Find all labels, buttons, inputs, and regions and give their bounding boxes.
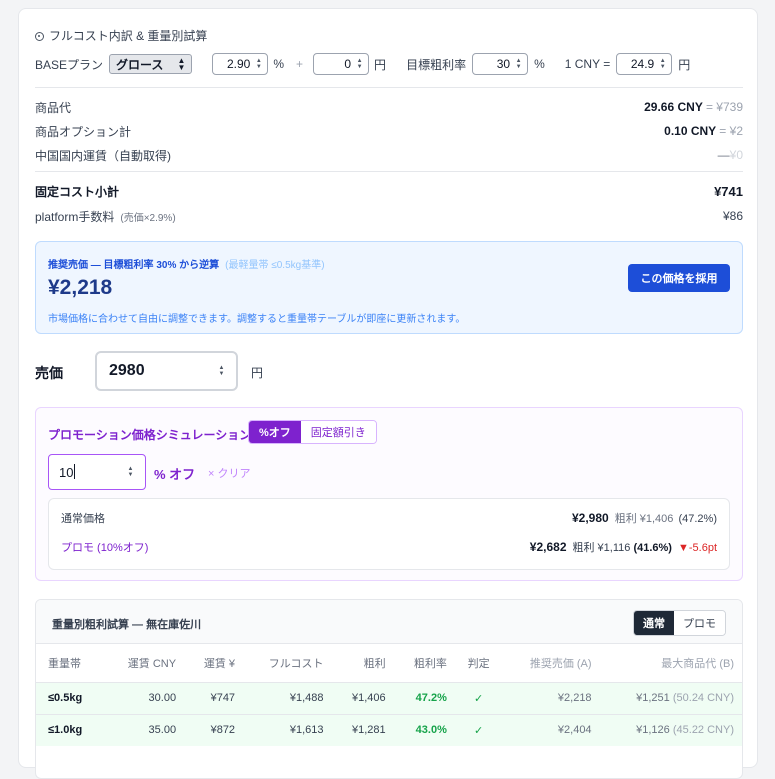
sale-price-input[interactable]: 2980 ▲ ▼: [95, 351, 238, 391]
table-title: 重量別粗利試算 — 無在庫佐川: [52, 619, 202, 631]
weight-margin-table-panel: 重量別粗利試算 — 無在庫佐川 通常 プロモ 重量帯 運賃 CNY 運賃 ¥ フ…: [35, 599, 743, 779]
cny-rate-input[interactable]: 24.9 ▲ ▼: [616, 53, 673, 75]
stepper-icon[interactable]: ▲ ▼: [217, 364, 226, 378]
stepper-icon[interactable]: ▲ ▼: [658, 57, 667, 71]
stepper-icon[interactable]: ▲ ▼: [254, 57, 263, 71]
mode-percent-off-button[interactable]: %オフ: [249, 421, 301, 443]
fee-fixed-input[interactable]: 0 ▲ ▼: [313, 53, 370, 75]
toggle-promo-button[interactable]: プロモ: [674, 611, 725, 635]
option-cost-row: 商品オプション計 0.10 CNY = ¥2: [35, 124, 743, 139]
toggle-normal-button[interactable]: 通常: [634, 611, 674, 635]
cny-rate-label: 1 CNY =: [564, 57, 611, 71]
plus-sign: +: [296, 57, 304, 71]
divider: [35, 171, 743, 172]
clear-discount-button[interactable]: × クリア: [208, 465, 250, 481]
col-margin-rate: 粗利率: [413, 657, 447, 670]
sale-price-label: 売価: [35, 365, 63, 381]
fixed-cost-row: 固定コスト小計 ¥741: [35, 183, 743, 199]
discount-unit: % オフ: [154, 467, 196, 482]
table-mode-toggle: 通常 プロモ: [633, 610, 726, 636]
recommended-title: 推奨売価 — 目標粗利率 30% から逆算 (最軽量帯 ≤0.5kg基準): [48, 260, 325, 271]
col-margin: 粗利: [363, 657, 386, 670]
product-cost-row: 商品代 29.66 CNY = ¥739: [35, 100, 743, 115]
cost-card: フルコスト内訳 & 重量別試算 BASEプラン グロース ▲ ▼ 2.90 ▲ ▼ …: [18, 8, 758, 779]
price-comparison-box: 通常価格 ¥2,980 粗利 ¥1,406 (47.2%) プロモ (10%オフ)…: [48, 498, 730, 570]
check-icon: ✓: [454, 681, 503, 714]
base-plan-label: BASEプラン: [35, 57, 104, 72]
yen-unit: 円: [374, 57, 387, 72]
col-shipping-cny: 運賃 CNY: [127, 657, 177, 670]
col-shipping-jpy: 運賃 ¥: [203, 657, 236, 670]
mode-fixed-discount-button[interactable]: 固定額引き: [300, 421, 376, 443]
target-margin-input[interactable]: 30 ▲ ▼: [472, 53, 529, 75]
percent-unit: %: [273, 57, 285, 71]
section-title: フルコスト内訳 & 重量別試算: [35, 27, 207, 44]
stepper-icon[interactable]: ▲ ▼: [355, 57, 364, 71]
divider: [35, 87, 743, 88]
col-recommended-price: 推奨売価 (A): [529, 657, 592, 670]
check-icon: ✓: [454, 713, 503, 746]
margin-percent-unit: %: [534, 57, 545, 71]
rate-yen-unit: 円: [678, 57, 691, 72]
table-header-row: 重量帯 運賃 CNY 運賃 ¥ フルコスト 粗利 粗利率 判定 推奨売価 (A)…: [36, 644, 742, 682]
table-row: ≤1.0kg 35.00 ¥872 ¥1,613 ¥1,281 43.0% ✓ …: [36, 713, 742, 746]
platform-fee-row: platform手数料 (売価×2.9%) ¥86: [35, 209, 743, 224]
weight-table: 重量帯 運賃 CNY 運賃 ¥ フルコスト 粗利 粗利率 判定 推奨売価 (A)…: [36, 644, 742, 746]
target-icon: [35, 32, 44, 41]
normal-price-row: 通常価格 ¥2,980 粗利 ¥1,406 (47.2%): [61, 511, 717, 525]
promotion-panel: プロモーション価格シミュレーション %オフ 固定額引き 10 ▲ ▼ % オフ ×…: [35, 407, 743, 581]
discount-input[interactable]: 10 ▲ ▼: [48, 454, 146, 490]
adopt-price-button[interactable]: この価格を採用: [628, 264, 730, 292]
base-plan-select[interactable]: グロース ▲ ▼: [109, 54, 193, 74]
col-weight-band: 重量帯: [48, 657, 81, 670]
col-full-cost: フルコスト: [268, 657, 324, 670]
recommended-price-panel: 推奨売価 — 目標粗利率 30% から逆算 (最軽量帯 ≤0.5kg基準) ¥2,…: [35, 241, 743, 334]
promo-price-row: プロモ (10%オフ) ¥2,682 粗利 ¥1,116 (41.6%) ▼-5.6…: [61, 540, 717, 554]
settings-row: BASEプラン グロース ▲ ▼ 2.90 ▲ ▼ % + 0 ▲ ▼ 円 目標粗利率…: [35, 53, 690, 75]
sale-price-unit: 円: [251, 366, 264, 380]
recommended-price: ¥2,218: [48, 276, 113, 299]
stepper-icon[interactable]: ▲ ▼: [514, 57, 523, 71]
recommended-note: 市場価格に合わせて自由に調整できます。調整すると重量帯テーブルが即座に更新されま…: [48, 314, 466, 325]
promotion-mode-toggle: %オフ 固定額引き: [248, 420, 377, 444]
stepper-icon[interactable]: ▲ ▼: [126, 465, 135, 479]
select-arrows-icon: ▲ ▼: [177, 56, 186, 72]
col-judgement: 判定: [467, 657, 490, 670]
text-caret: [74, 464, 76, 479]
table-header-bar: 重量別粗利試算 — 無在庫佐川 通常 プロモ: [36, 600, 742, 644]
fee-percent-input[interactable]: 2.90 ▲ ▼: [212, 53, 269, 75]
table-row: ≤0.5kg 30.00 ¥747 ¥1,488 ¥1,406 47.2% ✓ …: [36, 681, 742, 714]
domestic-shipping-row: 中国国内運賃（自動取得) —¥0: [35, 148, 743, 163]
promotion-title: プロモーション価格シミュレーション: [48, 428, 252, 442]
target-margin-label: 目標粗利率: [406, 57, 467, 72]
col-max-product-cost: 最大商品代 (B): [661, 657, 734, 670]
